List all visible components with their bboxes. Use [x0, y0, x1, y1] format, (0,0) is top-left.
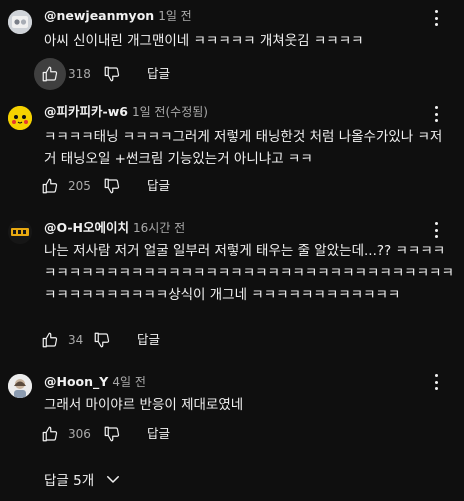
view-replies-label: 답글 5개 — [44, 473, 95, 489]
comment-author[interactable]: @O-H오에이치 — [44, 220, 129, 235]
reply-button[interactable]: 답글 — [147, 177, 170, 195]
thumbs-down-icon — [104, 178, 120, 194]
like-button[interactable] — [34, 58, 66, 90]
reply-button[interactable]: 답글 — [147, 65, 170, 83]
like-count: 205 — [68, 179, 91, 193]
comment-text: 그래서 마이야르 반응이 제대로였네 — [44, 397, 244, 413]
more-vert-icon[interactable] — [430, 106, 442, 122]
avatar-image — [8, 106, 32, 130]
comment-text: 나는 저사람 저거 얼굴 일부러 저렇게 태우는 줄 알았는데...?? ㅋㅋㅋ… — [44, 243, 454, 303]
comment-actions: 34 답글 — [34, 324, 454, 356]
thumbs-up-icon — [42, 178, 58, 194]
avatar-image — [8, 10, 32, 34]
comment-header: @newjeanmyon 1일 전 — [44, 8, 192, 24]
like-count: 306 — [68, 427, 91, 441]
chevron-down-icon — [107, 476, 120, 483]
like-count: 318 — [68, 67, 91, 81]
comment-actions: 306 답글 — [34, 418, 454, 450]
thumbs-down-icon — [104, 426, 120, 442]
avatar-image — [8, 374, 32, 398]
reply-button[interactable]: 답글 — [147, 425, 170, 443]
avatar[interactable] — [8, 10, 32, 34]
comment-time[interactable]: 1일 전 — [158, 9, 192, 23]
avatar[interactable] — [8, 106, 32, 130]
comment-time[interactable]: 4일 전 — [112, 375, 146, 389]
comment-header: @O-H오에이치 16시간 전 — [44, 220, 185, 236]
comment-actions: 205 답글 — [34, 170, 454, 202]
comment-actions: 318 답글 — [34, 58, 454, 90]
more-vert-icon[interactable] — [430, 374, 442, 390]
comment-time[interactable]: 16시간 전 — [133, 221, 185, 235]
avatar[interactable] — [8, 374, 32, 398]
like-button[interactable] — [34, 418, 66, 450]
like-button[interactable] — [34, 170, 66, 202]
comment-thread: @Hoon_Y 4일 전 그래서 마이야르 반응이 제대로였네 306 답글 — [0, 374, 464, 450]
like-count: 34 — [68, 333, 84, 347]
more-vert-icon[interactable] — [430, 222, 442, 238]
comment-author[interactable]: @Hoon_Y — [44, 374, 108, 389]
reply-button[interactable]: 답글 — [137, 331, 160, 349]
thumbs-up-icon — [42, 332, 58, 348]
comment-thread: @피카피카-w6 1일 전(수정됨) ㅋㅋㅋㅋ태닝 ㅋㅋㅋㅋ그러게 저렇게 태닝한… — [0, 104, 464, 200]
comment-header: @피카피카-w6 1일 전(수정됨) — [44, 104, 208, 120]
comments-section: @newjeanmyon 1일 전 아씨 신이내린 개그맨이네 ㅋㅋㅋㅋㅋ 개쳐웃… — [0, 0, 464, 501]
comment-author[interactable]: @newjeanmyon — [44, 8, 154, 23]
comment-author[interactable]: @피카피카-w6 — [44, 104, 128, 119]
comment-time[interactable]: 1일 전(수정됨) — [132, 105, 208, 119]
comment-header: @Hoon_Y 4일 전 — [44, 374, 146, 390]
avatar[interactable] — [8, 220, 32, 244]
thumbs-down-icon — [94, 332, 110, 348]
comment-thread: @O-H오에이치 16시간 전 나는 저사람 저거 얼굴 일부러 저렇게 태우는 … — [0, 220, 464, 356]
dislike-button[interactable] — [96, 418, 128, 450]
thumbs-up-icon — [42, 426, 58, 442]
view-replies-button[interactable]: 답글 5개 — [44, 468, 122, 490]
comment-text: 아씨 신이내린 개그맨이네 ㅋㅋㅋㅋㅋ 개쳐웃김 ㅋㅋㅋㅋ — [44, 33, 364, 49]
dislike-button[interactable] — [96, 170, 128, 202]
thumbs-up-icon — [42, 66, 58, 82]
more-vert-icon[interactable] — [430, 10, 442, 26]
thumbs-down-icon — [104, 66, 120, 82]
like-button[interactable] — [34, 324, 66, 356]
comment-thread: @newjeanmyon 1일 전 아씨 신이내린 개그맨이네 ㅋㅋㅋㅋㅋ 개쳐웃… — [0, 8, 464, 90]
comment-text: ㅋㅋㅋㅋ태닝 ㅋㅋㅋㅋ그러게 저렇게 태닝한것 처럼 나올수가있나 ㅋ저거 태닝… — [44, 129, 443, 167]
avatar-image — [8, 220, 32, 244]
dislike-button[interactable] — [96, 58, 128, 90]
dislike-button[interactable] — [86, 324, 118, 356]
